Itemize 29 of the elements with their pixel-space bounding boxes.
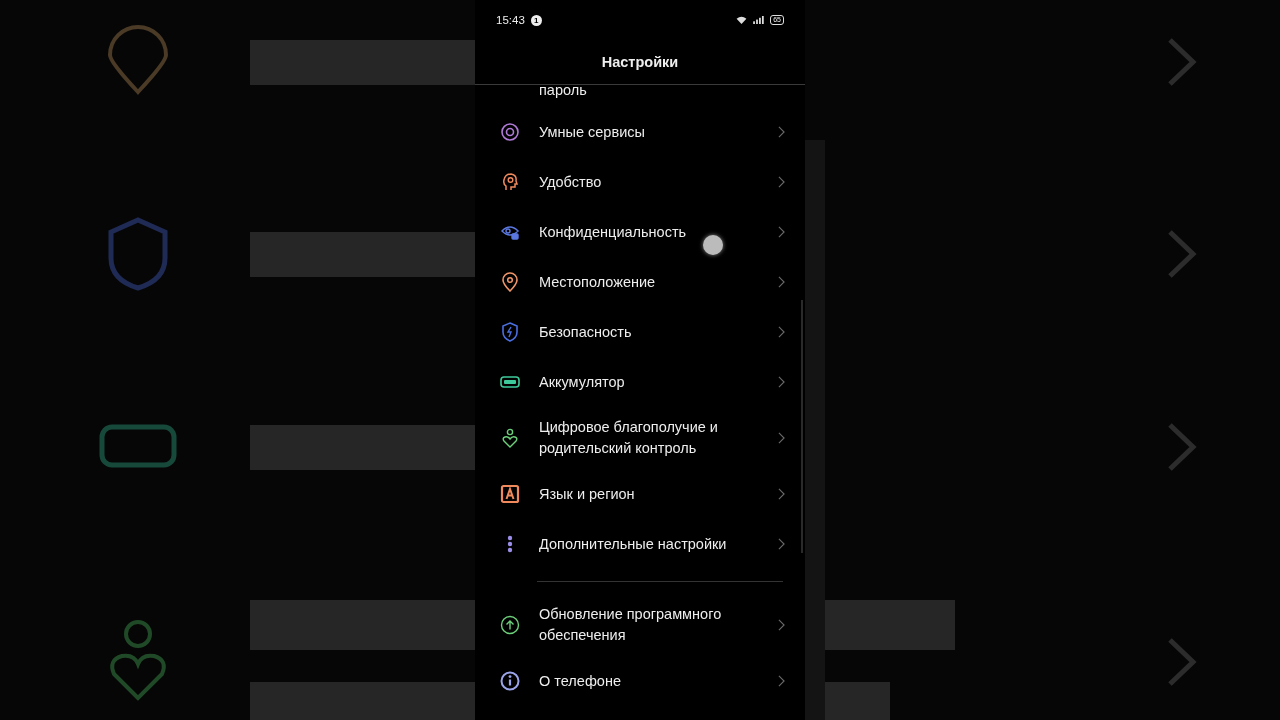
signal-icon: [753, 16, 765, 24]
settings-item[interactable]: Аккумулятор: [475, 357, 805, 407]
settings-item[interactable]: пароль: [539, 85, 587, 98]
chevron-icon: [778, 326, 785, 338]
page-title: Настройки: [601, 54, 679, 70]
chevron-icon: [778, 432, 785, 444]
chevron-icon: [778, 176, 785, 188]
settings-item[interactable]: Удобство: [475, 157, 805, 207]
settings-item[interactable]: О телефоне: [475, 656, 805, 706]
touch-indicator: [703, 235, 723, 255]
wifi-icon: [736, 16, 748, 24]
settings-item[interactable]: Язык и регион: [475, 469, 805, 519]
settings-item[interactable]: Обновление программного обеспечения: [475, 594, 805, 656]
chevron-icon: [778, 376, 785, 388]
chevron-icon: [778, 276, 785, 288]
settings-item[interactable]: Безопасность: [475, 307, 805, 357]
settings-item[interactable]: Конфиденциальность: [475, 207, 805, 257]
settings-item[interactable]: Умные сервисы: [475, 107, 805, 157]
settings-item[interactable]: Дополнительные настройки: [475, 519, 805, 569]
settings-item[interactable]: Цифровое благополучие и родительский контроль: [475, 407, 805, 469]
notification-badge: 1: [530, 14, 542, 26]
chevron-icon: [778, 675, 785, 687]
settings-item[interactable]: Местоположение: [475, 257, 805, 307]
chevron-icon: [778, 538, 785, 550]
chevron-icon: [778, 226, 785, 238]
status-time: 15:43: [496, 14, 525, 26]
chevron-icon: [778, 619, 785, 631]
chevron-icon: [778, 488, 785, 500]
chevron-icon: [778, 126, 785, 138]
